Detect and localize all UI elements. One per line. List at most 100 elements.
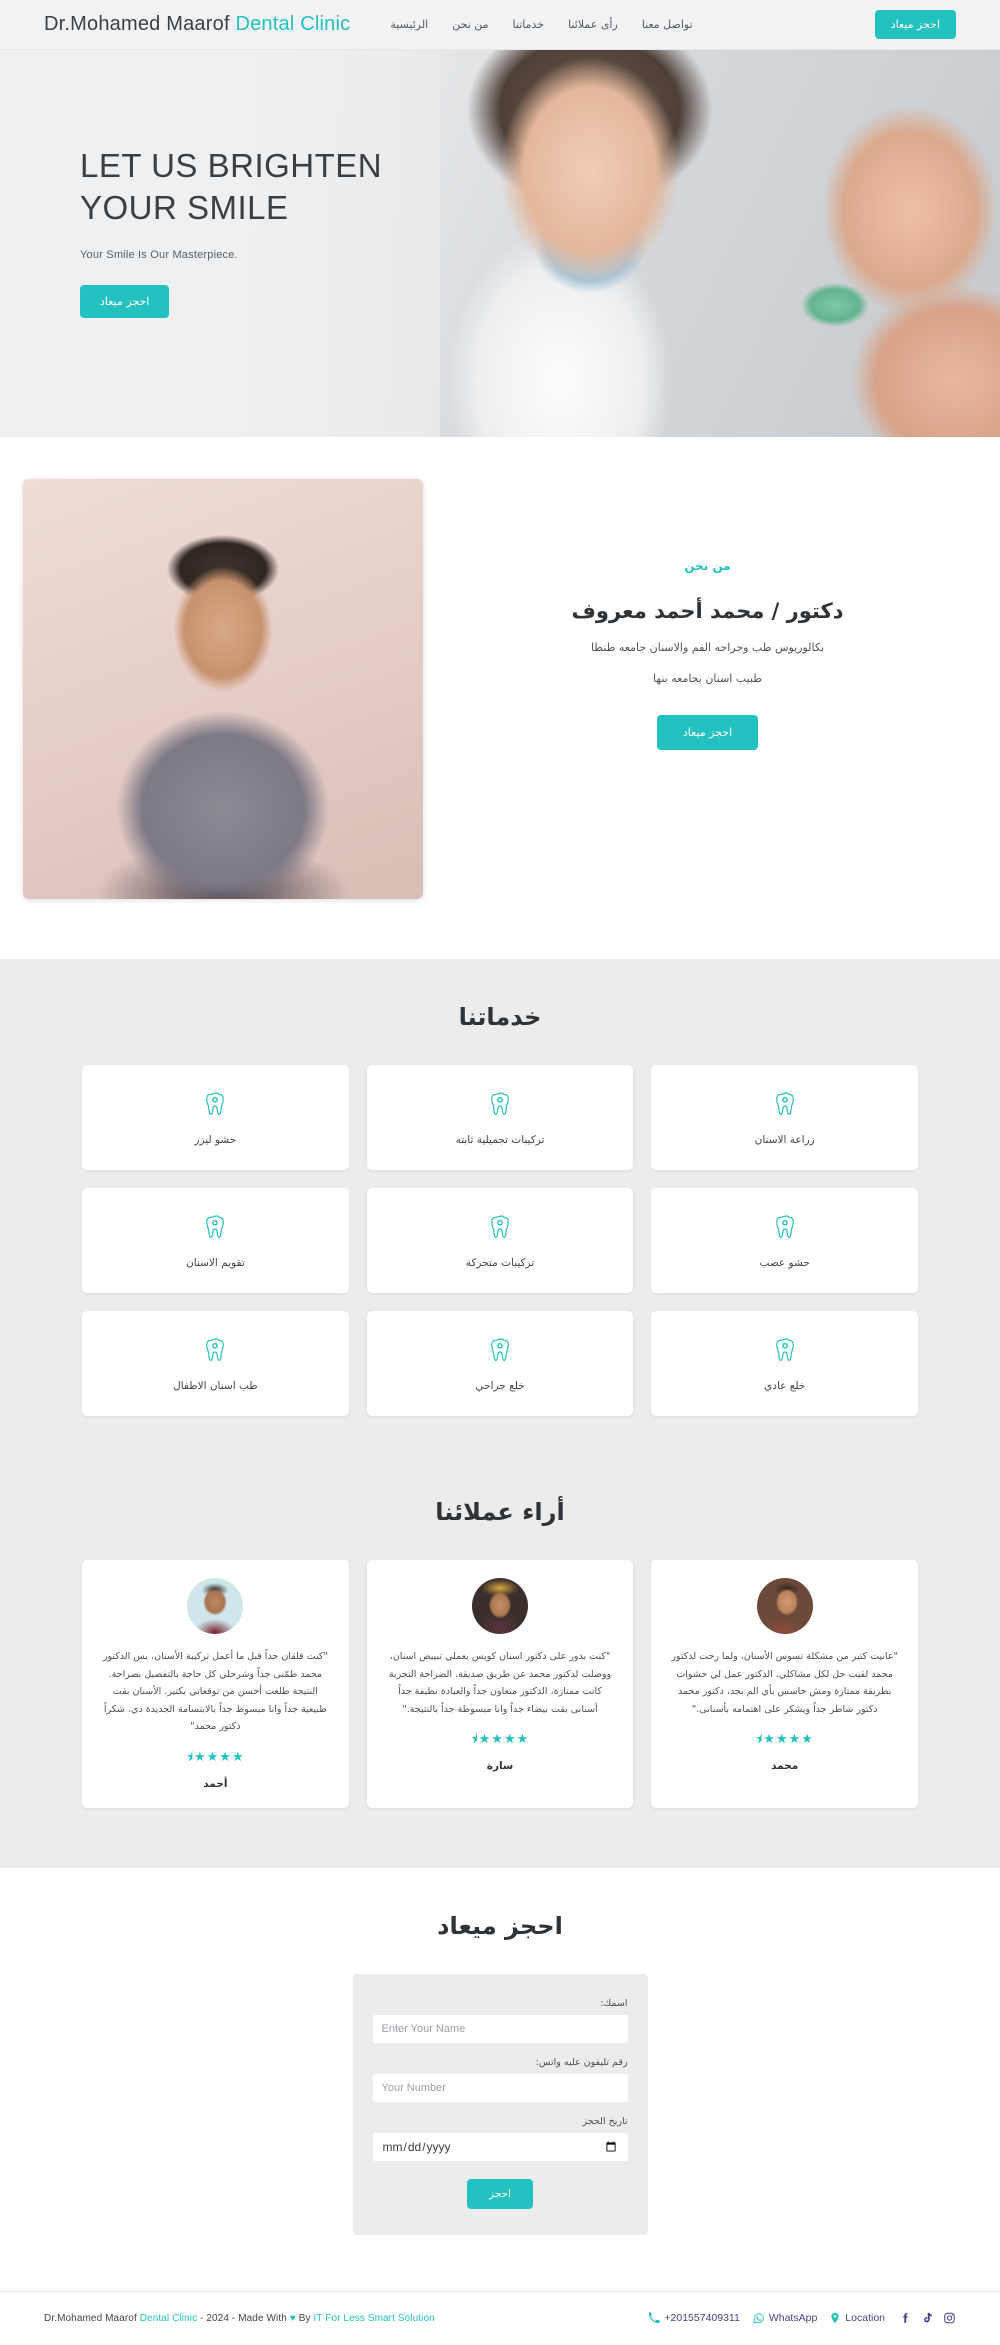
facebook-icon[interactable] xyxy=(899,2311,912,2325)
tiktok-icon[interactable] xyxy=(921,2311,934,2325)
sidebar-item-testimonials[interactable]: رأى عملائنا xyxy=(568,18,618,31)
avatar xyxy=(472,1578,529,1634)
testimonial-author: أحمد xyxy=(203,1777,228,1790)
footer-phone-link[interactable]: +201557409311 xyxy=(648,2312,740,2325)
service-card[interactable]: خلع جراحي xyxy=(366,1311,634,1416)
hero-title: LET US BRIGHTEN YOUR SMILE xyxy=(80,145,410,229)
tooth-icon xyxy=(491,1337,509,1361)
whatsapp-icon xyxy=(752,2312,765,2325)
testimonials-grid: "عانيت كتير من مشكلة تسوس الأسنان، ولما … xyxy=(0,1560,1000,1808)
about-section: من نحن دكتور / محمد أحمد معروف بكالوريوس… xyxy=(0,437,1000,959)
location-pin-icon xyxy=(829,2311,841,2325)
site-logo[interactable]: Dr.Mohamed Maarof Dental Clinic xyxy=(44,13,350,36)
site-footer: Dr.Mohamed Maarof Dental Clinic - 2024 -… xyxy=(0,2290,1000,2345)
footer-social-links xyxy=(899,2311,956,2325)
tooth-icon xyxy=(206,1214,225,1238)
footer-credit-accent[interactable]: Dental Clinic xyxy=(140,2313,197,2324)
booking-submit-button[interactable]: احجز xyxy=(467,2178,533,2209)
service-label: خلع جراحي xyxy=(475,1379,525,1392)
phone-input[interactable] xyxy=(372,2073,628,2102)
site-header: Dr.Mohamed Maarof Dental Clinic الرئيسية… xyxy=(0,0,1000,50)
about-kicker: من نحن xyxy=(684,559,731,573)
about-book-appointment-button[interactable]: احجز ميعاد xyxy=(656,715,759,750)
footer-location-link[interactable]: Location xyxy=(829,2311,885,2325)
hero-title-line2: YOUR SMILE xyxy=(80,189,289,227)
footer-contact-links: +201557409311 WhatsApp Location xyxy=(648,2311,956,2325)
services-title: خدماتنا xyxy=(458,1003,542,1031)
service-card[interactable]: حشو ليزر xyxy=(82,1065,349,1170)
hero-section: LET US BRIGHTEN YOUR SMILE Your Smile Is… xyxy=(0,50,1000,437)
doctor-qualification-1: بكالوريوس طب وجراحه الفم والاسنان جامعه … xyxy=(590,641,825,654)
doctor-qualification-2: طبيب اسنان بجامعه بنها xyxy=(652,672,763,685)
tooth-icon xyxy=(775,1337,794,1361)
service-label: خلع عادي xyxy=(764,1379,806,1392)
hero-title-line1: LET US BRIGHTEN xyxy=(80,147,383,184)
footer-credit-mid: - 2024 - Made With xyxy=(197,2312,290,2324)
service-label: زراعة الاسنان xyxy=(754,1133,815,1146)
testimonial-card: "كنت قلقان جداً قبل ما أعمل تركيبة الأسن… xyxy=(82,1560,349,1808)
testimonial-quote: "كنت قلقان جداً قبل ما أعمل تركيبة الأسن… xyxy=(102,1651,328,1733)
doctor-photo-wrap xyxy=(0,479,445,899)
hero-book-appointment-button[interactable]: احجز ميعاد xyxy=(80,285,170,319)
tooth-icon xyxy=(775,1214,794,1238)
footer-phone-number: +201557409311 xyxy=(664,2312,740,2325)
testimonials-section: أراء عملائنا "عانيت كتير من مشكلة تسوس ا… xyxy=(0,1472,1000,1868)
star-rating: ★★★★⯨ xyxy=(470,1731,530,1747)
booking-title: احجز ميعاد xyxy=(437,1911,563,1940)
brand-accent-text: Dental Clinic xyxy=(235,13,351,35)
footer-location-label: Location xyxy=(845,2312,885,2325)
service-card[interactable]: زراعة الاسنان xyxy=(651,1065,918,1170)
name-field-group: اسمك: xyxy=(372,1998,628,2043)
services-grid: زراعة الاسنان تركيبات تجميلية ثابته حشو لي… xyxy=(0,1065,1000,1416)
service-card[interactable]: خلع عادي xyxy=(651,1311,918,1416)
footer-whatsapp-link[interactable]: WhatsApp xyxy=(752,2312,817,2325)
service-label: طب اسنان الاطفال xyxy=(173,1379,258,1392)
sidebar-item-services[interactable]: خدماتنا xyxy=(513,18,545,31)
testimonial-quote: "كنت بدور على دكتور اسنان كويس يعملي تبي… xyxy=(388,1651,612,1715)
tooth-icon xyxy=(491,1214,509,1238)
footer-whatsapp-label: WhatsApp xyxy=(768,2312,818,2325)
sidebar-item-about[interactable]: من نحن xyxy=(452,18,488,31)
testimonial-card: "كنت بدور على دكتور اسنان كويس يعملي تبي… xyxy=(366,1560,634,1808)
service-card[interactable]: حشو عصب xyxy=(651,1188,918,1293)
phone-field-label: رقم تليفون عليه واتس: xyxy=(535,2056,628,2068)
services-section: خدماتنا زراعة الاسنان تركيبات تجميلية ثاب… xyxy=(0,959,1000,1472)
testimonial-card: "عانيت كتير من مشكلة تسوس الأسنان، ولما … xyxy=(651,1560,918,1808)
star-rating: ★★★★⯨ xyxy=(186,1748,245,1764)
sidebar-item-contact[interactable]: تواصل معنا xyxy=(642,18,693,31)
date-input[interactable] xyxy=(372,2132,628,2161)
date-field-label: تاريخ الحجز xyxy=(582,2115,628,2127)
service-card[interactable]: طب اسنان الاطفال xyxy=(82,1311,349,1416)
main-navigation: الرئيسية من نحن خدماتنا رأى عملائنا تواص… xyxy=(390,18,699,31)
doctor-portrait-image xyxy=(22,479,423,899)
header-book-appointment-button[interactable]: احجز ميعاد xyxy=(874,10,956,39)
booking-section: احجز ميعاد اسمك: رقم تليفون عليه واتس: ت… xyxy=(0,1867,1000,2291)
tooth-icon xyxy=(206,1091,225,1115)
doctor-name: دكتور / محمد أحمد معروف xyxy=(571,599,844,623)
tooth-icon xyxy=(206,1337,225,1361)
service-card[interactable]: تركيبات متحركة xyxy=(366,1188,634,1293)
avatar xyxy=(187,1578,244,1634)
booking-form: اسمك: رقم تليفون عليه واتس: تاريخ الحجز … xyxy=(352,1973,648,2235)
phone-icon xyxy=(648,2312,661,2324)
instagram-icon[interactable] xyxy=(943,2311,956,2325)
sidebar-item-home[interactable]: الرئيسية xyxy=(390,18,428,31)
date-field-group: تاريخ الحجز xyxy=(372,2115,628,2161)
tooth-icon xyxy=(491,1091,509,1115)
name-input[interactable] xyxy=(372,2014,628,2043)
service-card[interactable]: تركيبات تجميلية ثابته xyxy=(366,1065,634,1170)
service-label: تركيبات متحركة xyxy=(465,1256,535,1269)
avatar xyxy=(756,1578,813,1634)
phone-field-group: رقم تليفون عليه واتس: xyxy=(372,2056,628,2102)
footer-credit: Dr.Mohamed Maarof Dental Clinic - 2024 -… xyxy=(44,2313,435,2324)
brand-main-text: Dr.Mohamed Maarof xyxy=(44,13,230,35)
tooth-icon xyxy=(775,1091,794,1115)
testimonial-author: محمد xyxy=(771,1760,799,1773)
service-label: تقويم الاسنان xyxy=(186,1256,245,1269)
testimonial-quote: "عانيت كتير من مشكلة تسوس الأسنان، ولما … xyxy=(671,1651,898,1715)
service-card[interactable]: تقويم الاسنان xyxy=(82,1188,349,1293)
footer-credit-company[interactable]: IT For Less Smart Solution xyxy=(313,2313,434,2324)
service-label: حشو عصب xyxy=(759,1256,810,1269)
testimonial-author: سارة xyxy=(486,1760,514,1773)
hero-subtitle: Your Smile Is Our Masterpiece. xyxy=(80,249,238,262)
